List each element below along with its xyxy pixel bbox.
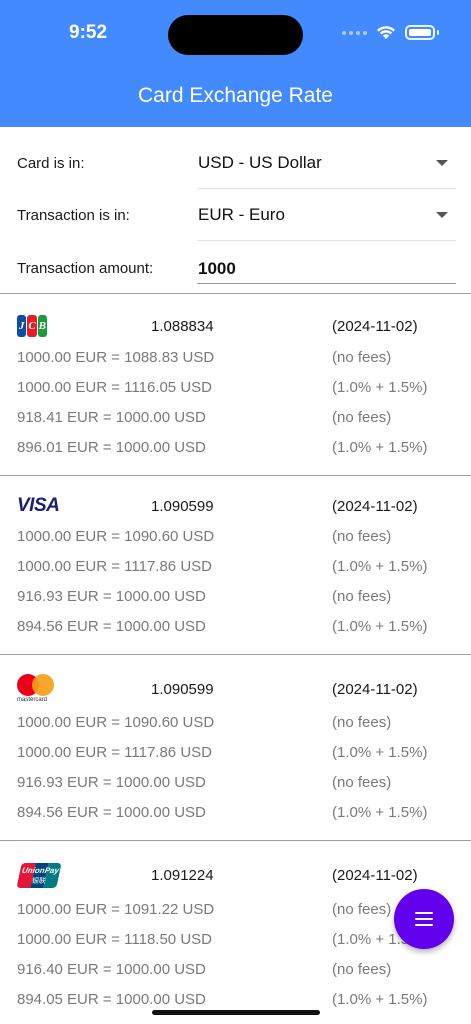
home-indicator: [152, 1010, 320, 1015]
transaction-currency-underline: [197, 240, 456, 241]
transaction-amount-input[interactable]: 1000: [198, 259, 236, 279]
card-currency-underline: [197, 188, 456, 189]
rate-date: (2024-11-02): [332, 867, 418, 884]
unionpay-logo-icon: UnionPay 银联: [16, 863, 62, 888]
fees-text: (1.0% + 1.5%): [332, 439, 428, 456]
fees-text: (1.0% + 1.5%): [332, 558, 428, 575]
visa-logo-icon: VISA: [17, 495, 60, 516]
fees-text: (no fees): [332, 349, 392, 366]
exchange-rate: 1.088834: [151, 318, 214, 335]
status-time: 9:52: [69, 22, 108, 43]
conversion-text: 916.93 EUR = 1000.00 USD: [17, 588, 206, 605]
rate-section-mastercard: mastercard 1.090599 (2024-11-02) 1000.00…: [0, 655, 471, 840]
fees-text: (no fees): [332, 528, 392, 545]
menu-icon: [415, 912, 433, 926]
chevron-down-icon[interactable]: [436, 160, 448, 166]
dynamic-island: [168, 15, 303, 55]
conversion-text: 894.56 EUR = 1000.00 USD: [17, 804, 206, 821]
fees-text: (no fees): [332, 901, 392, 918]
conversion-text: 896.01 EUR = 1000.00 USD: [17, 439, 206, 456]
exchange-rate: 1.091224: [151, 867, 214, 884]
conversion-text: 916.93 EUR = 1000.00 USD: [17, 774, 206, 791]
conversion-text: 1000.00 EUR = 1117.86 USD: [17, 744, 212, 761]
transaction-amount-label: Transaction amount:: [17, 260, 154, 277]
conversion-text: 918.41 EUR = 1000.00 USD: [17, 409, 206, 426]
rate-section-jcb: J C B 1.088834 (2024-11-02) 1000.00 EUR …: [0, 294, 471, 475]
app-title: Card Exchange Rate: [138, 84, 333, 107]
fees-text: (no fees): [332, 588, 392, 605]
chevron-down-icon[interactable]: [436, 212, 448, 218]
card-currency-row: Card is in: USD - US Dollar: [0, 138, 471, 190]
conversion-text: 1000.00 EUR = 1090.60 USD: [17, 714, 215, 731]
rate-date: (2024-11-02): [332, 318, 418, 335]
jcb-logo-icon: J C B: [17, 315, 47, 337]
battery-tip: [437, 30, 439, 35]
transaction-currency-label: Transaction is in:: [17, 207, 130, 224]
status-icons: [342, 25, 439, 40]
transaction-amount-underline: [197, 283, 456, 284]
conversion-text: 1000.00 EUR = 1091.22 USD: [17, 901, 215, 918]
conversion-text: 894.05 EUR = 1000.00 USD: [17, 991, 206, 1008]
rate-date: (2024-11-02): [332, 498, 418, 515]
card-currency-label: Card is in:: [17, 155, 85, 172]
fees-text: (no fees): [332, 961, 392, 978]
rate-date: (2024-11-02): [332, 681, 418, 698]
fees-text: (no fees): [332, 409, 392, 426]
rate-section-visa: VISA 1.090599 (2024-11-02) 1000.00 EUR =…: [0, 476, 471, 654]
fees-text: (1.0% + 1.5%): [332, 379, 428, 396]
conversion-text: 916.40 EUR = 1000.00 USD: [17, 961, 206, 978]
fees-text: (1.0% + 1.5%): [332, 618, 428, 635]
conversion-text: 1000.00 EUR = 1088.83 USD: [17, 349, 215, 366]
conversion-text: 1000.00 EUR = 1118.50 USD: [17, 931, 212, 948]
app-bar: 9:52 Card Exchange Rate: [0, 0, 471, 127]
exchange-rate: 1.090599: [151, 681, 214, 698]
fees-text: (no fees): [332, 774, 392, 791]
transaction-currency-row: Transaction is in: EUR - Euro: [0, 190, 471, 242]
fees-text: (1.0% + 1.5%): [332, 991, 428, 1008]
conversion-text: 1000.00 EUR = 1090.60 USD: [17, 528, 215, 545]
conversion-text: 1000.00 EUR = 1116.05 USD: [17, 379, 212, 396]
exchange-rate: 1.090599: [151, 498, 214, 515]
signal-icon: [342, 30, 367, 35]
card-currency-select[interactable]: USD - US Dollar: [198, 153, 322, 173]
conversion-text: 1000.00 EUR = 1117.86 USD: [17, 558, 212, 575]
transaction-amount-row: Transaction amount: 1000: [0, 242, 471, 294]
fees-text: (1.0% + 1.5%): [332, 744, 428, 761]
mastercard-logo-icon: mastercard: [17, 674, 55, 704]
wifi-icon: [377, 26, 395, 39]
fees-text: (1.0% + 1.5%): [332, 804, 428, 821]
fees-text: (no fees): [332, 714, 392, 731]
conversion-text: 894.56 EUR = 1000.00 USD: [17, 618, 206, 635]
transaction-currency-select[interactable]: EUR - Euro: [198, 205, 285, 225]
menu-fab-button[interactable]: [394, 889, 454, 949]
battery-icon: [405, 25, 435, 40]
